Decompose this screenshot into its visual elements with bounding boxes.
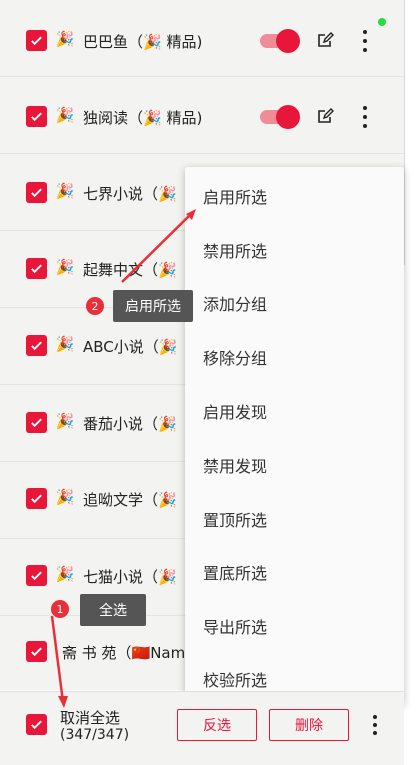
scrollbar[interactable] — [404, 0, 417, 265]
menu-item-add-group[interactable]: 添加分组 — [203, 291, 267, 315]
menu-item-move-bottom[interactable]: 置底所选 — [203, 560, 267, 584]
toggle-knob — [276, 105, 300, 129]
party-icon: 🎉 — [55, 335, 75, 353]
source-name: ABC小说（🎉 — [83, 338, 178, 356]
edit-icon[interactable] — [316, 31, 334, 49]
step-badge: 2 — [86, 297, 104, 315]
check-icon — [31, 418, 42, 428]
toggle-knob — [276, 29, 300, 53]
more-icon[interactable] — [368, 715, 382, 735]
selection-bar: 取消全选 (347/347) 反选 删除 — [0, 691, 404, 765]
check-icon — [31, 264, 42, 274]
more-icon[interactable] — [358, 30, 372, 52]
batch-action-menu: 启用所选 禁用所选 添加分组 移除分组 启用发现 禁用发现 置顶所选 置底所选 … — [185, 167, 404, 705]
check-icon — [31, 571, 42, 581]
status-dot — [378, 18, 386, 26]
check-icon — [31, 494, 42, 504]
source-name: 巴巴鱼（🎉 精品) — [83, 33, 203, 51]
menu-item-move-top[interactable]: 置顶所选 — [203, 507, 267, 531]
menu-item-disable-selected[interactable]: 禁用所选 — [203, 238, 267, 262]
source-row[interactable]: 🎉 独阅读（🎉 精品) — [0, 77, 404, 154]
row-checkbox[interactable] — [26, 565, 47, 586]
party-icon: 🎉 — [55, 30, 75, 48]
invert-selection-button[interactable]: 反选 — [177, 709, 257, 741]
check-icon — [31, 647, 42, 657]
menu-item-enable-selected[interactable]: 启用所选 — [203, 184, 267, 208]
party-icon: 🎉 — [55, 182, 75, 200]
source-row[interactable]: 🎉 巴巴鱼（🎉 精品) — [0, 0, 404, 77]
source-name: 七界小说（🎉 — [83, 185, 177, 203]
party-icon: 🎉 — [55, 258, 75, 276]
row-checkbox[interactable] — [26, 335, 47, 356]
enable-toggle[interactable] — [260, 29, 300, 53]
select-all-label[interactable]: 取消全选 — [60, 707, 120, 728]
selection-count: (347/347) — [60, 727, 130, 743]
source-name: 七猫小说（🎉 — [83, 568, 177, 586]
source-name: 独阅读（🎉 精品) — [83, 109, 203, 127]
edit-icon[interactable] — [316, 107, 334, 125]
step-tooltip: 启用所选 — [113, 290, 193, 322]
source-name: 追呦文学（🎉 — [83, 491, 177, 509]
party-icon: 🎉 — [55, 565, 75, 583]
party-icon: 🎉 — [55, 488, 75, 506]
check-icon — [31, 36, 42, 46]
row-checkbox[interactable] — [26, 412, 47, 433]
source-name: 番茄小说（🎉 — [83, 415, 177, 433]
row-checkbox[interactable] — [26, 641, 47, 662]
delete-button[interactable]: 删除 — [269, 709, 349, 741]
check-icon — [31, 112, 42, 122]
step-tooltip: 全选 — [80, 594, 146, 626]
row-checkbox[interactable] — [26, 488, 47, 509]
source-name: 斋 书 苑（🇨🇳Nam — [62, 644, 186, 662]
menu-item-check-selected[interactable]: 校验所选 — [203, 667, 267, 691]
source-name: 起舞中文（🎉 — [83, 261, 177, 279]
row-checkbox[interactable] — [26, 106, 47, 127]
menu-item-disable-explore[interactable]: 禁用发现 — [203, 453, 267, 477]
row-checkbox[interactable] — [26, 258, 47, 279]
party-icon: 🎉 — [55, 412, 75, 430]
enable-toggle[interactable] — [260, 105, 300, 129]
check-icon — [31, 720, 42, 730]
more-icon[interactable] — [358, 106, 372, 128]
check-icon — [31, 341, 42, 351]
select-all-checkbox[interactable] — [26, 714, 47, 735]
check-icon — [31, 188, 42, 198]
row-checkbox[interactable] — [26, 182, 47, 203]
menu-item-enable-explore[interactable]: 启用发现 — [203, 399, 267, 423]
step-badge: 1 — [51, 600, 69, 618]
party-icon: 🎉 — [55, 106, 75, 124]
menu-item-remove-group[interactable]: 移除分组 — [203, 345, 267, 369]
row-checkbox[interactable] — [26, 30, 47, 51]
menu-item-export-selected[interactable]: 导出所选 — [203, 614, 267, 638]
